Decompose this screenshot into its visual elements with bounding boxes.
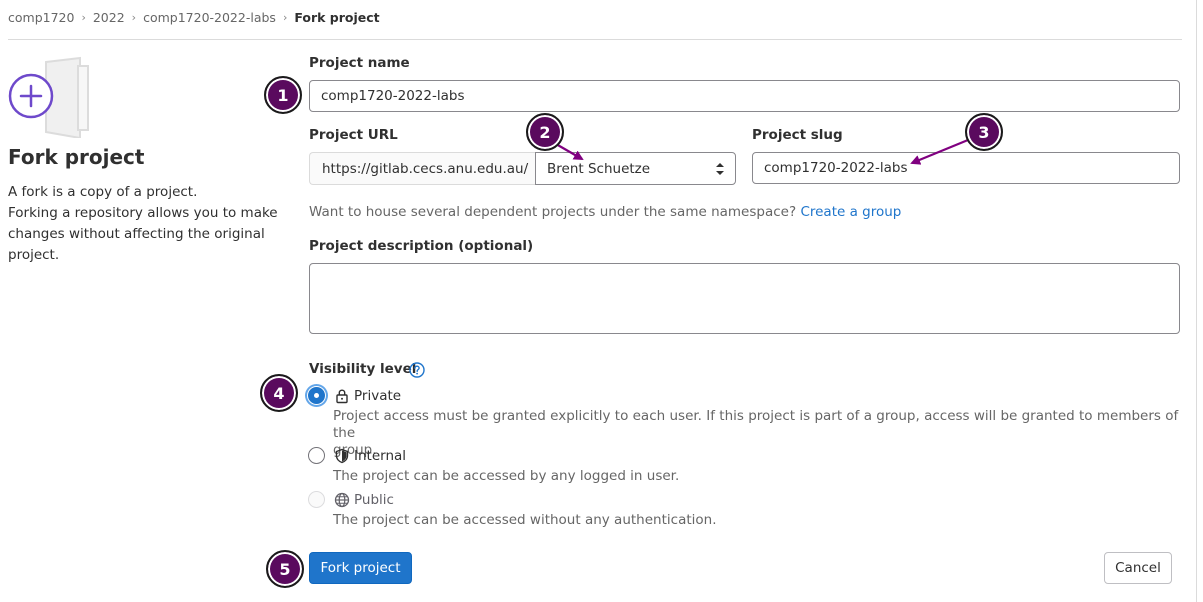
visibility-description-line: Project access must be granted explicitl… [333, 408, 1179, 441]
lock-icon [336, 388, 348, 403]
visibility-option-internal[interactable]: Internal [308, 447, 406, 464]
fork-description-line: A fork is a copy of a project. [8, 184, 198, 200]
namespace-select-value: Brent Schuetze [547, 160, 651, 177]
fork-description-line: Forking a repository allows you to make … [8, 205, 278, 263]
left-title: Fork project [8, 145, 145, 169]
project-slug-label: Project slug [752, 127, 843, 143]
breadcrumb-separator: › [81, 10, 86, 24]
namespace-select[interactable]: Brent Schuetze [535, 152, 736, 185]
visibility-option-private[interactable]: Private [308, 387, 401, 404]
breadcrumb-item-project[interactable]: comp1720-2022-labs [143, 10, 276, 25]
visibility-description-line: group. [333, 442, 377, 458]
project-name-input[interactable]: comp1720-2022-labs [309, 80, 1180, 112]
question-circle-icon[interactable] [409, 362, 425, 378]
project-description-label: Project description (optional) [309, 238, 534, 254]
project-description-textarea[interactable] [309, 263, 1180, 334]
annotation-badge-2: 2 [526, 113, 564, 151]
create-group-link[interactable]: Create a group [800, 204, 901, 220]
visibility-private-description: Project access must be granted explicitl… [333, 408, 1203, 459]
breadcrumb: comp1720 › 2022 › comp1720-2022-labs › F… [8, 8, 380, 26]
project-slug-input[interactable]: comp1720-2022-labs [752, 152, 1180, 184]
radio-private[interactable] [308, 387, 325, 404]
visibility-option-public[interactable]: Public [308, 491, 394, 508]
cancel-button[interactable]: Cancel [1104, 552, 1172, 584]
visibility-private-label: Private [354, 387, 402, 404]
radio-internal[interactable] [308, 447, 325, 464]
fork-illustration-icon [8, 56, 89, 138]
visibility-public-label: Public [354, 491, 394, 508]
fork-description: A fork is a copy of a project. Forking a… [8, 182, 278, 266]
breadcrumb-item-group[interactable]: comp1720 [8, 10, 74, 25]
breadcrumb-separator: › [131, 10, 137, 24]
header-divider [8, 39, 1182, 40]
annotation-badge-5: 5 [266, 550, 304, 588]
namespace-help-text-body: Want to house several dependent projects… [309, 204, 797, 220]
breadcrumb-item-current: Fork project [294, 9, 380, 25]
visibility-internal-label: Internal [354, 447, 407, 464]
radio-public[interactable] [308, 491, 325, 508]
scrollbar-track [1196, 0, 1197, 602]
project-url-label: Project URL [309, 127, 398, 143]
visibility-public-description: The project can be accessed without any … [333, 512, 717, 528]
globe-icon [334, 492, 350, 507]
breadcrumb-separator: › [282, 10, 288, 24]
annotation-badge-3: 3 [965, 113, 1003, 151]
project-name-label: Project name [309, 55, 410, 71]
fork-project-page: comp1720 › 2022 › comp1720-2022-labs › F… [0, 0, 1203, 602]
visibility-level-label: Visibility level [309, 361, 417, 377]
annotation-badge-4: 4 [260, 374, 298, 412]
visibility-internal-description: The project can be accessed by any logge… [333, 468, 680, 484]
shield-icon [335, 448, 349, 463]
project-url-prefix: https://gitlab.cecs.anu.edu.au/ [309, 152, 535, 185]
annotation-badge-1: 1 [264, 76, 302, 114]
fork-project-button[interactable]: Fork project [309, 552, 412, 584]
namespace-help-text: Want to house several dependent projects… [309, 204, 901, 220]
breadcrumb-item-subgroup[interactable]: 2022 [93, 10, 125, 25]
select-caret-icon [716, 163, 724, 175]
